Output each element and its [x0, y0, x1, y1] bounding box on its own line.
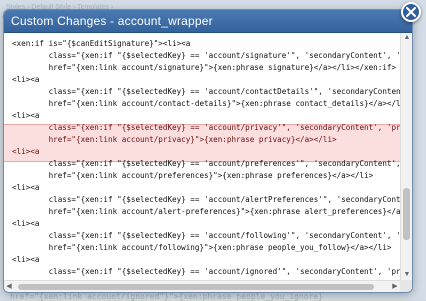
vertical-scrollbar[interactable]: ▲ ▼ [400, 33, 412, 280]
code-line: class="{xen:if "{$selectedKey} == 'accou… [12, 195, 400, 204]
horizontal-scroll-thumb[interactable] [18, 284, 374, 290]
scroll-up-icon[interactable]: ▲ [401, 33, 412, 43]
horizontal-scrollbar[interactable]: ◀ ▶ [4, 280, 400, 292]
code-line: <li><a [12, 75, 40, 84]
scroll-right-icon[interactable]: ▶ [390, 281, 400, 292]
scroll-down-icon[interactable]: ▼ [401, 270, 412, 280]
dialog-title: Custom Changes - account_wrapper [11, 14, 213, 28]
code-line: class="{xen:if "{$selectedKey} == 'accou… [12, 123, 400, 132]
code-line: href="{xen:link account/following}">{xen… [12, 243, 392, 252]
vertical-scroll-thumb[interactable] [403, 188, 410, 240]
code-line: class="{xen:if "{$selectedKey} == 'accou… [12, 51, 400, 60]
code-line: <li><a [12, 219, 40, 228]
code-line: class="{xen:if "{$selectedKey} == 'accou… [12, 159, 400, 168]
scrollbar-corner [400, 280, 412, 292]
code-line: <li><a [12, 255, 40, 264]
scroll-left-icon[interactable]: ◀ [4, 281, 14, 292]
code-line: href="{xen:link account/preferences}">{x… [12, 171, 374, 180]
code-line: <li><a [12, 183, 40, 192]
code-line: class="{xen:if "{$selectedKey} == 'accou… [12, 267, 400, 276]
code-line: <xen:if is="{$canEditSignature}"><li><a [12, 39, 191, 48]
code-line: <li><a [12, 111, 40, 120]
close-button[interactable] [401, 2, 421, 22]
dialog-header: Custom Changes - account_wrapper [4, 10, 412, 33]
code-line: <li><a [12, 147, 40, 156]
custom-changes-dialog: Custom Changes - account_wrapper <xen:if… [4, 10, 412, 292]
code-line: href="{xen:link account/contact-details}… [12, 99, 400, 108]
code-line: class="{xen:if "{$selectedKey} == 'accou… [12, 87, 400, 96]
code-line: href="{xen:link account/signature}">{xen… [12, 63, 397, 72]
code-diff-view[interactable]: <xen:if is="{$canEditSignature}"><li><a … [4, 33, 400, 280]
code-line: href="{xen:link account/privacy}">{xen:p… [12, 135, 337, 144]
code-line: class="{xen:if "{$selectedKey} == 'accou… [12, 231, 400, 240]
close-icon [406, 7, 416, 17]
code-line: href="{xen:link account/alert-preference… [12, 207, 400, 216]
